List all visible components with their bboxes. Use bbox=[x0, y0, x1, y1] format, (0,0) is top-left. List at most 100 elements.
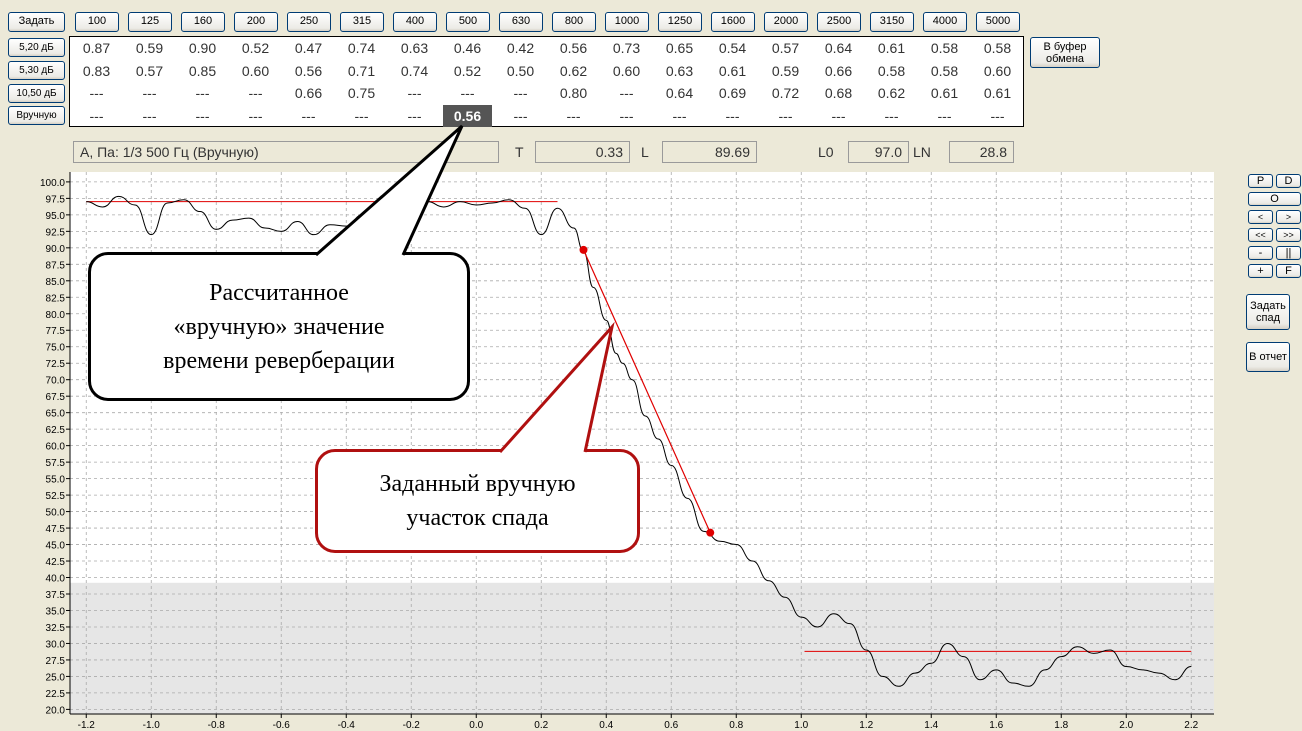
value-cell[interactable]: --- bbox=[441, 82, 494, 104]
value-cell[interactable]: 0.66 bbox=[282, 82, 335, 104]
copy-to-clipboard-button[interactable]: В буфер обмена bbox=[1030, 37, 1100, 68]
step-back-button[interactable]: < bbox=[1248, 210, 1273, 224]
value-cell[interactable]: 0.58 bbox=[918, 60, 971, 82]
value-cell[interactable]: 0.56 bbox=[282, 60, 335, 82]
p-button[interactable]: P bbox=[1248, 174, 1273, 188]
freq-header-button[interactable]: 250 bbox=[287, 12, 331, 32]
value-cell[interactable]: 0.61 bbox=[706, 60, 759, 82]
value-cell[interactable]: --- bbox=[123, 82, 176, 104]
value-cell[interactable]: --- bbox=[494, 82, 547, 104]
fast-forward-button[interactable]: >> bbox=[1276, 228, 1301, 242]
freq-header-button[interactable]: 2500 bbox=[817, 12, 861, 32]
value-cell[interactable]: 0.42 bbox=[494, 37, 547, 59]
value-cell[interactable]: 0.85 bbox=[176, 60, 229, 82]
value-cell[interactable]: 0.68 bbox=[812, 82, 865, 104]
minus-button[interactable]: - bbox=[1248, 246, 1273, 260]
value-cell[interactable]: 0.61 bbox=[918, 82, 971, 104]
value-cell[interactable]: --- bbox=[388, 82, 441, 104]
step-forward-button[interactable]: > bbox=[1276, 210, 1301, 224]
pause-button[interactable]: || bbox=[1276, 246, 1301, 260]
value-cell[interactable]: 0.50 bbox=[494, 60, 547, 82]
value-cell[interactable]: 0.74 bbox=[388, 60, 441, 82]
value-cell[interactable]: 0.63 bbox=[653, 60, 706, 82]
value-cell[interactable]: --- bbox=[759, 105, 812, 127]
value-cell[interactable]: 0.71 bbox=[335, 60, 388, 82]
value-cell[interactable]: --- bbox=[176, 105, 229, 127]
value-cell[interactable]: 0.56 bbox=[443, 104, 492, 127]
value-cell[interactable]: 0.62 bbox=[865, 82, 918, 104]
value-cell[interactable]: --- bbox=[388, 105, 441, 127]
value-cell[interactable]: 0.64 bbox=[653, 82, 706, 104]
value-cell[interactable]: 0.66 bbox=[812, 60, 865, 82]
value-cell[interactable]: 0.58 bbox=[865, 60, 918, 82]
value-cell[interactable]: 0.72 bbox=[759, 82, 812, 104]
fast-back-button[interactable]: << bbox=[1248, 228, 1273, 242]
value-cell[interactable]: 0.57 bbox=[759, 37, 812, 59]
value-cell[interactable]: 0.69 bbox=[706, 82, 759, 104]
value-cell[interactable]: --- bbox=[494, 105, 547, 127]
freq-header-button[interactable]: 3150 bbox=[870, 12, 914, 32]
value-cell[interactable]: --- bbox=[971, 105, 1024, 127]
freq-header-button[interactable]: 400 bbox=[393, 12, 437, 32]
freq-header-button[interactable]: 1250 bbox=[658, 12, 702, 32]
value-cell[interactable]: 0.56 bbox=[547, 37, 600, 59]
row-threshold-button[interactable]: Вручную bbox=[8, 106, 65, 125]
value-cell[interactable]: 0.83 bbox=[70, 60, 123, 82]
value-cell[interactable]: 0.87 bbox=[70, 37, 123, 59]
freq-header-button[interactable]: 500 bbox=[446, 12, 490, 32]
freq-header-button[interactable]: 800 bbox=[552, 12, 596, 32]
freq-header-button[interactable]: 1600 bbox=[711, 12, 755, 32]
value-cell[interactable]: 0.65 bbox=[653, 37, 706, 59]
value-cell[interactable]: --- bbox=[282, 105, 335, 127]
value-cell[interactable]: 0.59 bbox=[759, 60, 812, 82]
value-cell[interactable]: --- bbox=[70, 82, 123, 104]
value-cell[interactable]: 0.74 bbox=[335, 37, 388, 59]
to-report-button[interactable]: В отчет bbox=[1246, 342, 1290, 372]
value-cell[interactable]: --- bbox=[547, 105, 600, 127]
value-cell[interactable]: --- bbox=[70, 105, 123, 127]
set-button[interactable]: Задать bbox=[8, 12, 65, 32]
value-cell[interactable]: --- bbox=[812, 105, 865, 127]
value-cell[interactable]: 0.73 bbox=[600, 37, 653, 59]
value-cell[interactable]: --- bbox=[335, 105, 388, 127]
f-button[interactable]: F bbox=[1276, 264, 1301, 278]
value-cell[interactable]: 0.61 bbox=[865, 37, 918, 59]
freq-header-button[interactable]: 200 bbox=[234, 12, 278, 32]
value-cell[interactable]: 0.64 bbox=[812, 37, 865, 59]
value-cell[interactable]: --- bbox=[229, 105, 282, 127]
value-cell[interactable]: --- bbox=[176, 82, 229, 104]
value-cell[interactable]: 0.90 bbox=[176, 37, 229, 59]
freq-header-button[interactable]: 630 bbox=[499, 12, 543, 32]
o-button[interactable]: O bbox=[1248, 192, 1301, 206]
value-cell[interactable]: 0.58 bbox=[971, 37, 1024, 59]
value-cell[interactable]: 0.62 bbox=[547, 60, 600, 82]
freq-header-button[interactable]: 1000 bbox=[605, 12, 649, 32]
plus-button[interactable]: + bbox=[1248, 264, 1273, 278]
freq-header-button[interactable]: 160 bbox=[181, 12, 225, 32]
value-cell[interactable]: --- bbox=[706, 105, 759, 127]
freq-header-button[interactable]: 5000 bbox=[976, 12, 1020, 32]
value-cell[interactable]: 0.80 bbox=[547, 82, 600, 104]
value-cell[interactable]: 0.52 bbox=[441, 60, 494, 82]
value-cell[interactable]: 0.57 bbox=[123, 60, 176, 82]
value-cell[interactable]: 0.46 bbox=[441, 37, 494, 59]
value-cell[interactable]: --- bbox=[653, 105, 706, 127]
value-cell[interactable]: 0.75 bbox=[335, 82, 388, 104]
value-cell[interactable]: 0.61 bbox=[971, 82, 1024, 104]
value-cell[interactable]: --- bbox=[229, 82, 282, 104]
value-cell[interactable]: 0.60 bbox=[229, 60, 282, 82]
value-cell[interactable]: --- bbox=[918, 105, 971, 127]
freq-header-button[interactable]: 100 bbox=[75, 12, 119, 32]
value-cell[interactable]: 0.52 bbox=[229, 37, 282, 59]
row-threshold-button[interactable]: 5,20 дБ bbox=[8, 38, 65, 57]
value-cell[interactable]: 0.60 bbox=[600, 60, 653, 82]
value-cell[interactable]: --- bbox=[123, 105, 176, 127]
value-cell[interactable]: 0.54 bbox=[706, 37, 759, 59]
value-cell[interactable]: --- bbox=[600, 105, 653, 127]
value-cell[interactable]: 0.59 bbox=[123, 37, 176, 59]
set-decay-button[interactable]: Задать спад bbox=[1246, 294, 1290, 330]
d-button[interactable]: D bbox=[1276, 174, 1301, 188]
value-cell[interactable]: 0.58 bbox=[918, 37, 971, 59]
freq-header-button[interactable]: 2000 bbox=[764, 12, 808, 32]
row-threshold-button[interactable]: 10,50 дБ bbox=[8, 84, 65, 103]
